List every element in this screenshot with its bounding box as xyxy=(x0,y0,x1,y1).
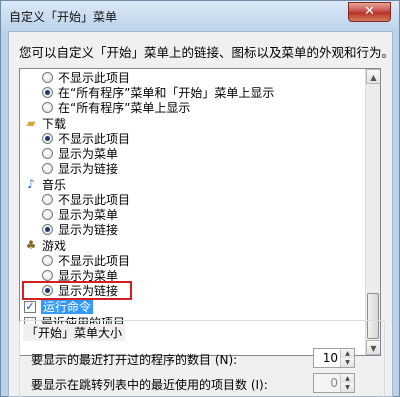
folder-icon: ▰ xyxy=(26,116,36,130)
radio-show-both[interactable] xyxy=(42,87,53,98)
dialog-description: 您可以自定义「开始」菜单上的链接、图标以及菜单的外观和行为。 xyxy=(19,45,395,60)
category-label: 下载 xyxy=(42,117,67,131)
radio-not-show[interactable] xyxy=(42,72,53,83)
recent-programs-spinner[interactable]: 10 ▲ ▼ xyxy=(313,348,355,368)
spin-down-icon[interactable]: ▼ xyxy=(341,358,354,367)
category-label: 音乐 xyxy=(42,178,67,192)
spinner-buttons: ▲ ▼ xyxy=(340,374,354,392)
games-icon: ♣ xyxy=(25,238,37,252)
customize-start-menu-dialog: 自定义「开始」菜单 ✕ 您可以自定义「开始」菜单上的链接、图标以及菜单的外观和行… xyxy=(0,0,400,397)
option-label: 显示为链接 xyxy=(58,223,119,237)
radio-games-menu[interactable] xyxy=(42,270,53,281)
radio-all-programs[interactable] xyxy=(42,102,53,113)
close-icon: ✕ xyxy=(364,4,375,19)
option-label: 显示为菜单 xyxy=(58,147,119,161)
title-bar: 自定义「开始」菜单 ✕ xyxy=(1,1,399,31)
spinner-buttons: ▲ ▼ xyxy=(340,349,354,367)
recent-programs-label: 要显示的最近打开过的程序的数目 (N): xyxy=(31,353,238,367)
option-label: 显示为链接 xyxy=(58,162,119,176)
category-label: 游戏 xyxy=(42,239,67,253)
recent-programs-value: 10 xyxy=(322,351,338,365)
run-command-checkbox[interactable]: ✓ xyxy=(24,301,36,313)
radio-music-hide[interactable] xyxy=(42,194,53,205)
close-button[interactable]: ✕ xyxy=(348,2,391,22)
option-label: 显示为菜单 xyxy=(58,208,119,222)
options-listbox[interactable]: 不显示此项目 在“所有程序”菜单和「开始」菜单上显示 在“所有程序”菜单上显示 … xyxy=(19,68,381,356)
music-note-icon: ♪ xyxy=(27,177,35,191)
radio-downloads-menu[interactable] xyxy=(42,148,53,159)
option-label: 不显示此项目 xyxy=(58,132,131,146)
dialog-body: 您可以自定义「开始」菜单上的链接、图标以及菜单的外观和行为。 不显示此项目 在“… xyxy=(8,31,395,397)
start-menu-size-title: 「开始」菜单大小 xyxy=(23,324,126,341)
spin-down-icon[interactable]: ▼ xyxy=(341,383,354,392)
radio-music-link[interactable] xyxy=(42,224,53,235)
option-label: 不显示此项目 xyxy=(58,193,131,207)
radio-games-hide[interactable] xyxy=(42,255,53,266)
radio-downloads-hide[interactable] xyxy=(42,133,53,144)
run-command-label: 运行命令 xyxy=(41,300,94,314)
vertical-scrollbar[interactable]: ▲ ▼ xyxy=(365,69,380,355)
jump-list-value: 0 xyxy=(330,376,338,390)
radio-music-menu[interactable] xyxy=(42,209,53,220)
spin-up-icon[interactable]: ▲ xyxy=(341,349,354,358)
jump-list-spinner[interactable]: 0 ▲ ▼ xyxy=(313,373,355,393)
option-label: 不显示此项目 xyxy=(58,254,131,268)
radio-downloads-link[interactable] xyxy=(42,163,53,174)
option-label: 在“所有程序”菜单和「开始」菜单上显示 xyxy=(58,86,275,100)
option-label: 在“所有程序”菜单上显示 xyxy=(58,101,191,115)
jump-list-label: 要显示在跳转列表中的最近使用的项目数 (I): xyxy=(31,378,268,392)
option-label: 不显示此项目 xyxy=(58,71,131,85)
run-command-highlight-box xyxy=(22,281,132,300)
window-title: 自定义「开始」菜单 xyxy=(9,10,118,24)
spin-up-icon[interactable]: ▲ xyxy=(341,374,354,383)
scroll-up-button[interactable]: ▲ xyxy=(366,69,380,84)
